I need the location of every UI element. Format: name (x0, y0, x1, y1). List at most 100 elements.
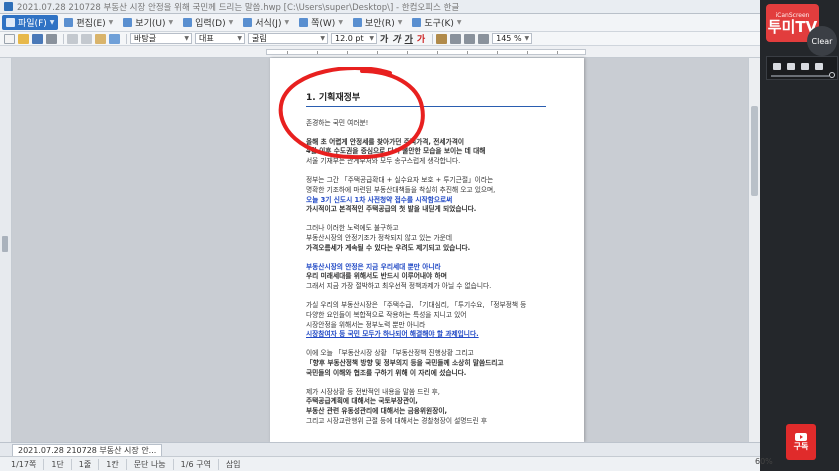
align-center-icon[interactable] (450, 33, 462, 44)
chevron-down-icon: ▼ (338, 19, 343, 26)
chevron-down-icon: ▼ (524, 35, 530, 42)
left-side-panel (0, 58, 12, 442)
paragraph-1: 올해 초 어렵게 안정세를 찾아가던 주택가격, 전세가격이 4월 이후 수도권… (306, 137, 486, 166)
hwp-app-icon (4, 2, 13, 11)
chevron-down-icon: ▼ (228, 19, 234, 26)
recorder-controls (766, 56, 838, 80)
paragraph-3: 그러나 이러한 노력에도 불구하고 부동산시장의 안정기조가 정착되지 않고 있… (306, 224, 471, 252)
record-icon[interactable] (801, 63, 809, 70)
align-right-icon[interactable] (464, 33, 476, 44)
scrollbar-thumb[interactable] (751, 106, 758, 196)
document-page[interactable]: 1. 기획재정부 존경하는 국민 여러분! 올해 초 어렵게 안정세를 찾아가던… (270, 58, 584, 442)
greeting-paragraph: 존경하는 국민 여러분! (306, 118, 369, 127)
menu-edit[interactable]: 편집(E) ▼ (60, 15, 117, 30)
menu-format[interactable]: 서식(J) ▼ (239, 15, 293, 30)
settings-icon[interactable] (829, 72, 835, 78)
status-area: 1/6 구역 (174, 458, 219, 470)
menu-page[interactable]: 쪽(W) ▼ (295, 15, 347, 30)
zoom-select[interactable]: 145 % ▼ (492, 33, 533, 44)
font-group-select[interactable]: 대표 ▼ (195, 33, 245, 44)
ruler-tick (467, 51, 468, 54)
title-bar: 2021.07.28 210728 부동산 시장 안정을 위해 국민께 드리는 … (0, 0, 839, 14)
chevron-down-icon: ▼ (108, 19, 114, 26)
status-line: 1줄 (72, 458, 100, 470)
paragraph-6: 이에 오늘 「부동산시장 상황 「부동산정책 진행상황 그리고 「향후 부동산정… (306, 349, 504, 377)
style-select[interactable]: 바탕글 ▼ (130, 33, 192, 44)
ruler-tick (557, 51, 558, 54)
toolbar-divider (63, 33, 64, 44)
chevron-down-icon: ▼ (456, 19, 462, 26)
chevron-down-icon: ▼ (369, 35, 374, 42)
cut-icon[interactable] (67, 33, 78, 44)
document-heading: 1. 기획재정부 (306, 93, 546, 107)
paragraph-2: 정부는 그간 「주택공급확대 + 실수요자 보호 + 투기근절」이라는 명확한 … (306, 175, 496, 214)
toolbar-divider (126, 33, 127, 44)
window-title: 2021.07.28 210728 부동산 시장 안정을 위해 국민께 드리는 … (17, 2, 460, 13)
ruler-track (266, 49, 586, 55)
print-icon[interactable] (46, 33, 57, 44)
camera-icon[interactable] (773, 63, 781, 70)
chevron-down-icon: ▼ (184, 35, 189, 42)
status-page[interactable]: 1/17쪽 (4, 458, 45, 470)
ruler-tick (377, 51, 378, 54)
format-menu-icon (243, 18, 253, 27)
view-menu-icon (123, 18, 133, 27)
chevron-down-icon: ▼ (397, 19, 403, 26)
pause-icon[interactable] (815, 63, 823, 70)
file-menu-icon (6, 18, 15, 27)
paste-icon[interactable] (95, 33, 106, 44)
align-left-icon[interactable] (436, 33, 448, 44)
menu-file[interactable]: 파일(F) ▼ (2, 15, 59, 30)
ruler-tick (317, 51, 318, 54)
status-column: 1칸 (99, 458, 127, 470)
ruler-tick (287, 51, 288, 54)
pen-icon[interactable] (787, 63, 795, 70)
vertical-scrollbar[interactable] (748, 58, 760, 442)
ruler-tick (347, 51, 348, 54)
toolbar-divider (432, 33, 434, 44)
status-mode[interactable]: 삽입 (219, 459, 248, 470)
youtube-play-icon (795, 433, 807, 441)
undo-icon[interactable] (109, 33, 120, 44)
menu-tools[interactable]: 도구(K) ▼ (408, 15, 465, 30)
document-tab[interactable]: 2021.07.28 210728 부동산 시장 안... (12, 443, 163, 456)
copy-icon[interactable] (81, 33, 92, 44)
volume-track[interactable] (771, 75, 829, 77)
menu-insert[interactable]: 입력(D) ▼ (179, 15, 237, 30)
tools-menu-icon (412, 18, 422, 27)
formatting-toolbar: 바탕글 ▼ 대표 ▼ 굴림 ▼ 12.0 pt ▼ 가 가 가 가 145 % ▼ (0, 32, 760, 46)
panel-toggle-handle[interactable] (2, 236, 8, 252)
open-folder-icon[interactable] (18, 33, 29, 44)
ruler-tick (527, 51, 528, 54)
menu-view[interactable]: 보기(U) ▼ (119, 15, 177, 30)
menu-security[interactable]: 보안(R) ▼ (349, 15, 406, 30)
status-break: 문단 나눔 (127, 458, 174, 470)
document-body[interactable]: 1. 기획재정부 존경하는 국민 여러분! 올해 초 어렵게 안정세를 찾아가던… (306, 93, 556, 436)
status-section: 1단 (44, 458, 72, 470)
page-menu-icon (299, 18, 309, 27)
paragraph-7: 제가 시장상황 등 전반적인 내용을 말씀 드린 후, 주택공급계획에 대해서는… (306, 387, 487, 425)
paragraph-4: 부동산시장의 안정은 지금 우리세대 뿐만 아니라 우리 미래세대를 위해서도 … (306, 262, 492, 291)
ruler-tick (407, 51, 408, 54)
italic-button[interactable]: 가 (392, 32, 400, 45)
insert-menu-icon (183, 18, 193, 27)
paragraph-5: 가실 우리의 부동산시장은 「주택수급, 「기대심리, 「투기수요, 「정부정책… (306, 300, 527, 339)
justify-icon[interactable] (478, 33, 490, 44)
bold-button[interactable]: 가 (380, 32, 388, 45)
font-select[interactable]: 굴림 ▼ (248, 33, 328, 44)
chevron-down-icon: ▼ (284, 19, 290, 26)
menu-bar: 파일(F) ▼ 편집(E) ▼ 보기(U) ▼ 입력(D) ▼ 서식(J) ▼ 쪽(W) ▼… (0, 14, 760, 32)
chevron-down-icon: ▼ (237, 35, 242, 42)
save-icon[interactable] (32, 33, 43, 44)
font-color-button[interactable]: 가 (417, 32, 425, 45)
ruler-tick (497, 51, 498, 54)
chevron-down-icon: ▼ (320, 35, 325, 42)
new-document-icon[interactable] (4, 33, 15, 44)
horizontal-ruler[interactable] (0, 46, 760, 58)
security-menu-icon (352, 18, 362, 27)
status-zoom[interactable]: 60% (755, 457, 773, 466)
clear-button[interactable]: Clear (807, 26, 837, 56)
font-size-input[interactable]: 12.0 pt ▼ (331, 33, 377, 44)
underline-button[interactable]: 가 (405, 32, 413, 45)
subscribe-button[interactable]: 구독 (786, 424, 816, 460)
